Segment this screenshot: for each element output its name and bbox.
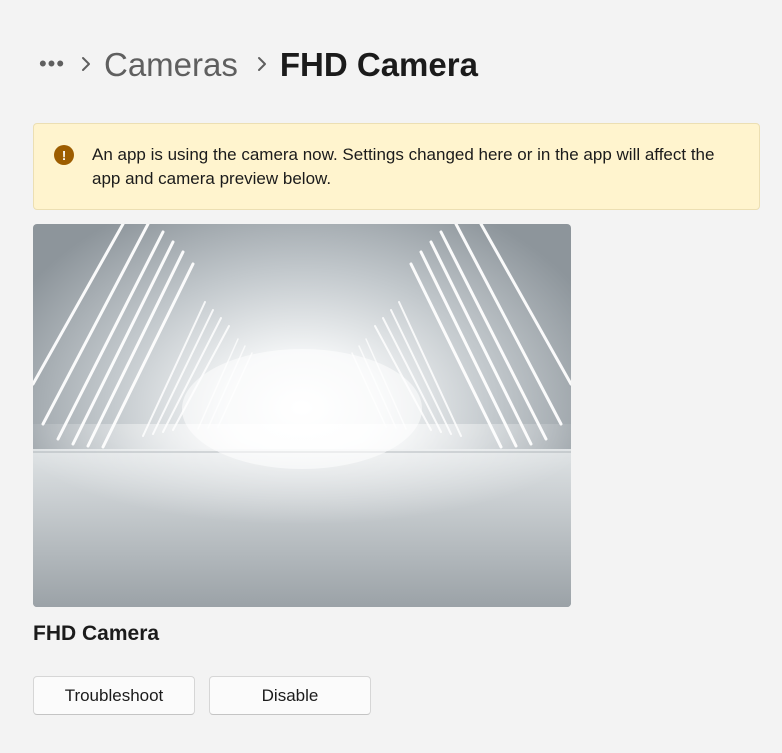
camera-preview: [33, 224, 571, 607]
chevron-right-icon: [244, 56, 280, 72]
chevron-right-icon: [68, 56, 104, 72]
breadcrumb: ••• Cameras FHD Camera: [36, 38, 478, 90]
breadcrumb-more-button[interactable]: •••: [36, 48, 68, 80]
infobar-message: An app is using the camera now. Settings…: [92, 145, 715, 188]
breadcrumb-cameras-link[interactable]: Cameras: [104, 48, 238, 81]
warning-icon: !: [54, 145, 74, 165]
camera-name-heading: FHD Camera: [33, 622, 160, 645]
disable-button[interactable]: Disable: [209, 676, 371, 715]
camera-preview-image: [33, 224, 571, 607]
troubleshoot-button[interactable]: Troubleshoot: [33, 676, 195, 715]
camera-in-use-infobar: ! An app is using the camera now. Settin…: [33, 123, 760, 210]
page-title: FHD Camera: [279, 45, 478, 83]
